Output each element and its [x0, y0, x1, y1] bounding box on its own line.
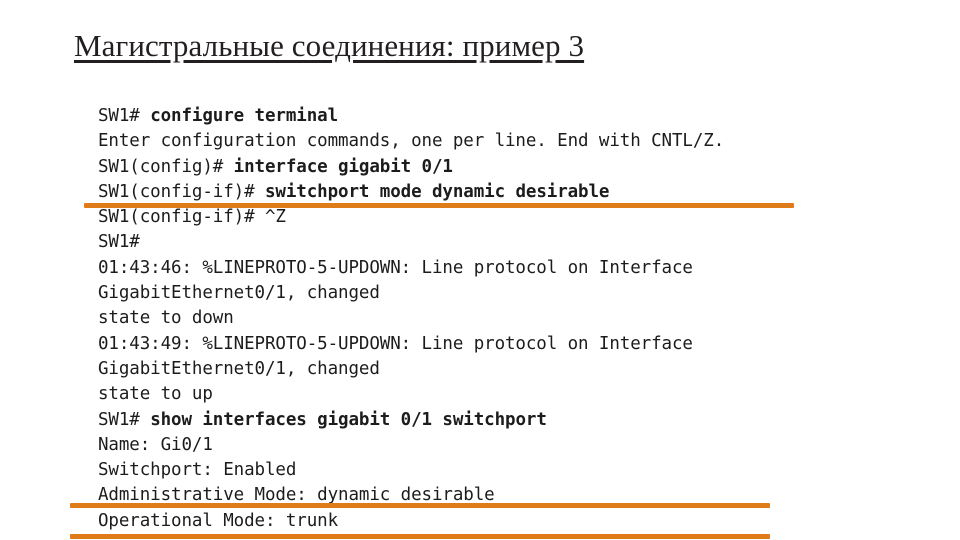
terminal-line: 01:43:46: %LINEPROTO-5-UPDOWN: Line prot…	[98, 256, 858, 281]
terminal-line: state to up	[98, 382, 858, 407]
terminal-line: GigabitEthernet0/1, changed	[98, 357, 858, 382]
terminal-line-command: switchport mode dynamic desirable	[264, 181, 610, 202]
terminal-line-prompt: Name: Gi0/1	[98, 434, 213, 455]
terminal-line-prompt: SW1(config-if)# ^Z	[98, 207, 286, 228]
terminal-line: 01:43:49: %LINEPROTO-5-UPDOWN: Line prot…	[98, 332, 858, 357]
terminal-line: SW1# configure terminal	[98, 104, 858, 129]
highlight-administrative-mode	[70, 503, 770, 508]
terminal-line-prompt: GigabitEthernet0/1, changed	[98, 358, 380, 379]
terminal-output: SW1# configure terminal Enter configurati…	[98, 104, 858, 534]
terminal-line-prompt: 01:43:49: %LINEPROTO-5-UPDOWN: Line prot…	[98, 333, 693, 354]
terminal-line-command: interface gigabit 0/1	[233, 156, 453, 177]
terminal-line-prompt: SW1(config)#	[98, 156, 234, 177]
terminal-line-command: show interfaces gigabit 0/1 switchport	[150, 409, 547, 430]
terminal-line: Operational Mode: trunk	[98, 509, 858, 534]
slide: Магистральные соединения: пример 3 SW1# …	[0, 0, 960, 540]
terminal-line-prompt: state to down	[98, 308, 234, 329]
terminal-line: Switchport: Enabled	[98, 458, 858, 483]
terminal-line-prompt: SW1#	[98, 232, 140, 253]
terminal-line-prompt: state to up	[98, 384, 213, 405]
terminal-line-prompt: GigabitEthernet0/1, changed	[98, 283, 380, 304]
terminal-line: SW1#	[98, 230, 858, 255]
terminal-line: GigabitEthernet0/1, changed	[98, 281, 858, 306]
terminal-line-prompt: SW1(config-if)#	[98, 181, 265, 202]
terminal-line-command: configure terminal	[150, 106, 339, 126]
terminal-line: SW1(config-if)# switchport mode dynamic …	[98, 180, 858, 205]
highlight-operational-mode	[70, 534, 770, 539]
highlight-switchport-mode	[84, 203, 794, 208]
terminal-line-prompt: SW1#	[98, 409, 151, 430]
terminal-line: Enter configuration commands, one per li…	[98, 129, 858, 154]
terminal-line-prompt: 01:43:46: %LINEPROTO-5-UPDOWN: Line prot…	[98, 257, 693, 278]
terminal-line: SW1(config-if)# ^Z	[98, 205, 858, 230]
terminal-line-prompt: Enter configuration commands, one per li…	[98, 131, 725, 152]
terminal-line: SW1# show interfaces gigabit 0/1 switchp…	[98, 408, 858, 433]
terminal-line: SW1(config)# interface gigabit 0/1	[98, 155, 858, 180]
terminal-line-prompt: SW1#	[98, 106, 151, 126]
terminal-line-prompt: Switchport: Enabled	[98, 460, 297, 481]
terminal-line-prompt: Operational Mode: trunk	[98, 510, 339, 531]
terminal-line: state to down	[98, 306, 858, 331]
page-title: Магистральные соединения: пример 3	[74, 28, 585, 63]
terminal-line: Name: Gi0/1	[98, 433, 858, 458]
